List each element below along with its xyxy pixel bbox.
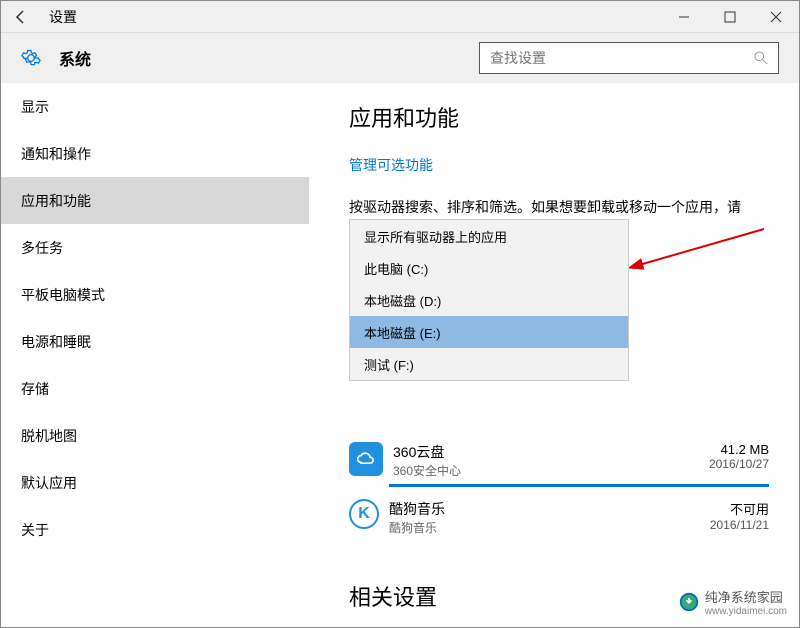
app-row[interactable]: K 酷狗音乐 酷狗音乐 不可用 2016/11/21 bbox=[349, 493, 769, 550]
annotation-arrow bbox=[629, 225, 769, 275]
watermark-brand: 纯净系统家园 bbox=[705, 590, 783, 605]
sidebar: 显示 通知和操作 应用和功能 多任务 平板电脑模式 电源和睡眠 存储 脱机地图 … bbox=[1, 83, 309, 627]
manage-optional-link[interactable]: 管理可选功能 bbox=[349, 155, 433, 175]
main-panel: 应用和功能 管理可选功能 按驱动器搜索、排序和筛选。如果想要卸载或移动一个应用，… bbox=[309, 83, 799, 627]
cloud-icon bbox=[349, 442, 383, 476]
app-name: 酷狗音乐 bbox=[389, 499, 710, 519]
maximize-button[interactable] bbox=[707, 1, 753, 33]
dropdown-item-d[interactable]: 本地磁盘 (D:) bbox=[350, 284, 628, 316]
dropdown-item-c[interactable]: 此电脑 (C:) bbox=[350, 252, 628, 284]
sidebar-item-power[interactable]: 电源和睡眠 bbox=[1, 318, 309, 365]
titlebar: 设置 bbox=[1, 1, 799, 33]
sidebar-item-about[interactable]: 关于 bbox=[1, 506, 309, 553]
app-row[interactable]: 360云盘 360安全中心 41.2 MB 2016/10/27 bbox=[349, 436, 769, 493]
sidebar-item-notifications[interactable]: 通知和操作 bbox=[1, 130, 309, 177]
back-button[interactable] bbox=[1, 1, 41, 33]
app-date: 2016/11/21 bbox=[710, 518, 769, 532]
kugou-icon: K bbox=[349, 499, 379, 529]
description: 按驱动器搜索、排序和筛选。如果想要卸载或移动一个应用，请 bbox=[349, 197, 769, 218]
app-name: 360云盘 bbox=[393, 442, 709, 462]
apps-list: 360云盘 360安全中心 41.2 MB 2016/10/27 K 酷狗音乐 … bbox=[349, 436, 769, 550]
gear-icon bbox=[21, 48, 41, 68]
app-size: 不可用 bbox=[710, 499, 769, 518]
maximize-icon bbox=[724, 11, 736, 23]
app-date: 2016/10/27 bbox=[709, 457, 769, 471]
dropdown-item-e[interactable]: 本地磁盘 (E:) bbox=[350, 316, 628, 348]
app-publisher: 酷狗音乐 bbox=[389, 519, 710, 536]
arrow-left-icon bbox=[13, 9, 29, 25]
window-controls bbox=[661, 1, 799, 33]
page-title: 应用和功能 bbox=[349, 101, 769, 133]
sidebar-item-tablet[interactable]: 平板电脑模式 bbox=[1, 271, 309, 318]
search-input[interactable] bbox=[490, 50, 754, 66]
sidebar-item-display[interactable]: 显示 bbox=[1, 83, 309, 130]
sidebar-item-apps[interactable]: 应用和功能 bbox=[1, 177, 309, 224]
minimize-icon bbox=[678, 11, 690, 23]
content: 显示 通知和操作 应用和功能 多任务 平板电脑模式 电源和睡眠 存储 脱机地图 … bbox=[1, 83, 799, 627]
sidebar-item-defaultapps[interactable]: 默认应用 bbox=[1, 459, 309, 506]
search-icon bbox=[754, 51, 768, 65]
search-box[interactable] bbox=[479, 42, 779, 74]
close-button[interactable] bbox=[753, 1, 799, 33]
drive-dropdown[interactable]: 显示所有驱动器上的应用 此电脑 (C:) 本地磁盘 (D:) 本地磁盘 (E:)… bbox=[349, 219, 629, 381]
sidebar-item-multitasking[interactable]: 多任务 bbox=[1, 224, 309, 271]
sidebar-item-maps[interactable]: 脱机地图 bbox=[1, 412, 309, 459]
dropdown-item-f[interactable]: 测试 (F:) bbox=[350, 348, 628, 380]
header: 系统 bbox=[1, 33, 799, 83]
header-label: 系统 bbox=[59, 46, 91, 70]
close-icon bbox=[770, 11, 782, 23]
watermark-icon bbox=[679, 592, 699, 612]
sidebar-item-storage[interactable]: 存储 bbox=[1, 365, 309, 412]
dropdown-item-all[interactable]: 显示所有驱动器上的应用 bbox=[350, 220, 628, 252]
app-size: 41.2 MB bbox=[709, 442, 769, 457]
minimize-button[interactable] bbox=[661, 1, 707, 33]
watermark-url: www.yidaimei.com bbox=[705, 606, 787, 617]
app-publisher: 360安全中心 bbox=[393, 462, 709, 479]
watermark: 纯净系统家园 www.yidaimei.com bbox=[679, 587, 787, 617]
window-title: 设置 bbox=[41, 7, 661, 27]
